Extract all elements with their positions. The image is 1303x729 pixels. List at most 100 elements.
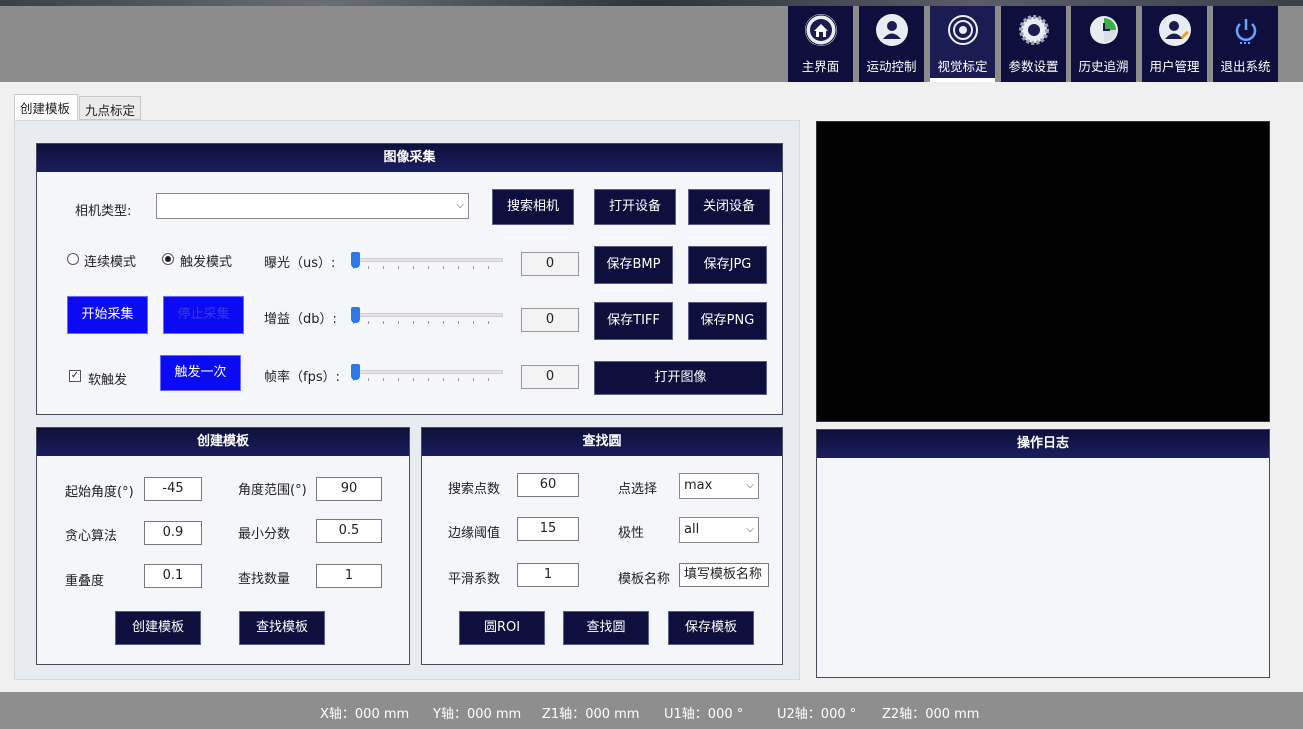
find-count-label: 查找数量: [238, 572, 291, 587]
open-device-button[interactable]: 打开设备: [594, 189, 676, 225]
angle-range-label: 角度范围(°): [238, 483, 307, 498]
smooth-field[interactable]: 1: [517, 563, 579, 587]
nav-users-label: 用户管理: [1149, 59, 1200, 74]
save-tiff-button[interactable]: 保存TIFF: [594, 302, 673, 340]
save-bmp-button[interactable]: 保存BMP: [594, 246, 673, 284]
template-name-field[interactable]: 填写模板名称: [679, 563, 769, 587]
angle-range-field[interactable]: 90: [316, 477, 382, 501]
chevron-down-icon: ⌵: [746, 524, 754, 535]
fps-slider-thumb[interactable]: [351, 364, 360, 380]
nav-exit-label: 退出系统: [1220, 59, 1271, 74]
status-u1-label: U1轴：: [664, 707, 708, 722]
header-bar: 主界面 运动控制 视觉标定 参数设置 历史追溯 用户管理 退出系统: [0, 6, 1303, 82]
tab-nine-point[interactable]: 九点标定: [79, 96, 141, 120]
search-points-field[interactable]: 60: [517, 473, 579, 497]
stop-capture-button[interactable]: 停止采集: [163, 296, 244, 334]
status-u1-value: 000 °: [707, 707, 744, 722]
gain-slider[interactable]: [351, 305, 505, 325]
save-png-button[interactable]: 保存PNG: [688, 302, 767, 340]
status-z2: Z2轴：000 mm: [882, 703, 979, 722]
nav-history-label: 历史追溯: [1078, 59, 1129, 74]
chevron-down-icon: ⌵: [746, 480, 754, 491]
status-z2-value: 000 mm: [925, 707, 980, 722]
greedy-field[interactable]: 0.9: [144, 521, 202, 545]
log-content-area[interactable]: [817, 458, 1269, 677]
min-score-field[interactable]: 0.5: [316, 519, 382, 543]
overlap-label: 重叠度: [65, 574, 105, 589]
status-z1-value: 000 mm: [585, 707, 640, 722]
status-z1-label: Z1轴：: [542, 707, 586, 722]
power-icon: [1230, 14, 1262, 46]
create-template-button[interactable]: 创建模板: [115, 611, 201, 645]
circle-roi-button[interactable]: 圆ROI: [459, 611, 545, 645]
tab-create-template[interactable]: 创建模板: [14, 94, 78, 122]
mode-continuous-radio[interactable]: [67, 253, 79, 265]
camera-display[interactable]: [816, 121, 1270, 422]
status-u2-label: U2轴：: [777, 707, 821, 722]
greedy-label: 贪心算法: [65, 529, 118, 544]
gain-slider-thumb[interactable]: [351, 307, 360, 323]
search-camera-button[interactable]: 搜索相机: [492, 189, 574, 225]
fps-label: 帧率（fps）:: [264, 370, 340, 385]
status-u2: U2轴：000 °: [777, 703, 856, 722]
start-angle-label: 起始角度(°): [65, 485, 134, 500]
status-y-label: Y轴：: [433, 707, 467, 722]
nav-history-button[interactable]: 历史追溯: [1071, 6, 1136, 82]
create-template-panel-title: 创建模板: [37, 428, 409, 456]
polarity-label: 极性: [618, 526, 645, 541]
gain-value-field[interactable]: 0: [521, 308, 579, 332]
find-template-button[interactable]: 查找模板: [239, 611, 325, 645]
nav-vision-button[interactable]: 视觉标定: [930, 6, 995, 82]
status-x-label: X轴：: [320, 707, 355, 722]
nav-users-button[interactable]: 用户管理: [1142, 6, 1207, 82]
operation-log-panel: 操作日志: [816, 429, 1270, 678]
nav-motion-button[interactable]: 运动控制: [859, 6, 924, 82]
home-icon: [805, 14, 837, 46]
start-angle-field[interactable]: -45: [144, 477, 202, 501]
fps-slider[interactable]: [351, 362, 505, 382]
mode-continuous-label: 连续模式: [84, 255, 137, 270]
status-y-value: 000 mm: [466, 707, 522, 722]
soft-trigger-checkbox[interactable]: ✓: [69, 370, 81, 382]
tab-page: 图像采集 相机类型: ⌵ 搜索相机 打开设备 关闭设备 连续模式 触发模式 曝光…: [14, 120, 800, 680]
save-template-button[interactable]: 保存模板: [668, 611, 754, 645]
overlap-field[interactable]: 0.1: [144, 564, 202, 588]
save-jpg-button[interactable]: 保存JPG: [688, 246, 767, 284]
nav-params-button[interactable]: 参数设置: [1001, 6, 1066, 82]
status-z1: Z1轴：000 mm: [542, 703, 639, 722]
open-image-button[interactable]: 打开图像: [594, 361, 767, 395]
nav-exit-button[interactable]: 退出系统: [1213, 6, 1278, 82]
nav-home-button[interactable]: 主界面: [788, 6, 853, 82]
exposure-slider-thumb[interactable]: [351, 252, 360, 268]
soft-trigger-label: 软触发: [88, 373, 128, 388]
status-u2-value: 000 °: [820, 707, 857, 722]
find-circle-button[interactable]: 查找圆: [563, 611, 649, 645]
gain-label: 增益（db）:: [264, 312, 337, 327]
close-device-button[interactable]: 关闭设备: [688, 189, 770, 225]
find-circle-panel: 查找圆 搜索点数 60 点选择 max ⌵ 边缘阈值 15 极性 all ⌵ 平…: [421, 427, 783, 665]
start-capture-button[interactable]: 开始采集: [67, 296, 148, 334]
exposure-value-field[interactable]: 0: [521, 252, 579, 276]
nav-vision-label: 视觉标定: [937, 59, 988, 74]
camera-type-select[interactable]: ⌵: [156, 193, 469, 219]
template-name-label: 模板名称: [618, 572, 671, 587]
status-z2-label: Z2轴：: [882, 707, 926, 722]
point-select-dropdown[interactable]: max ⌵: [679, 473, 759, 499]
trigger-once-button[interactable]: 触发一次: [160, 355, 241, 391]
mode-trigger-label: 触发模式: [180, 255, 233, 270]
nav-motion-label: 运动控制: [866, 59, 917, 74]
chevron-down-icon: ⌵: [456, 200, 464, 211]
polarity-dropdown[interactable]: all ⌵: [679, 517, 759, 543]
nav-params-label: 参数设置: [1008, 59, 1059, 74]
user-edit-icon: [1159, 14, 1191, 46]
status-bar: X轴：000 mm Y轴：000 mm Z1轴：000 mm U1轴：000 °…: [0, 692, 1303, 729]
user-icon: [876, 14, 908, 46]
point-select-value: max: [684, 478, 713, 493]
find-count-field[interactable]: 1: [316, 564, 382, 588]
fps-value-field[interactable]: 0: [521, 365, 579, 389]
mode-trigger-radio[interactable]: [162, 253, 174, 265]
edge-threshold-field[interactable]: 15: [517, 517, 579, 541]
operation-log-title: 操作日志: [817, 430, 1269, 458]
exposure-slider[interactable]: [351, 250, 505, 270]
exposure-label: 曝光（us）:: [264, 256, 336, 271]
